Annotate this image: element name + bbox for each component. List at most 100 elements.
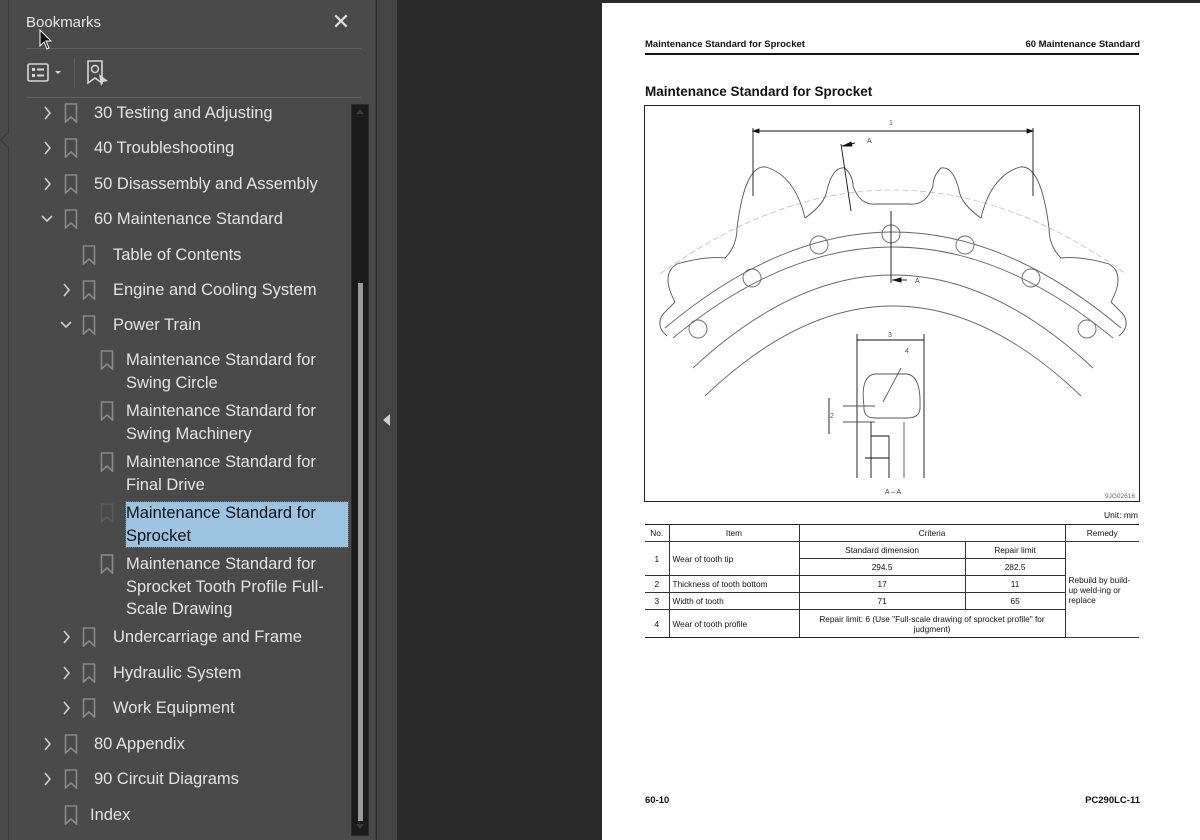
bookmark-tree: 30 Testing and Adjusting 40 Troubleshooti… bbox=[26, 98, 350, 840]
chevron-right-icon[interactable] bbox=[40, 174, 54, 194]
rim-outer-2 bbox=[672, 246, 1114, 339]
maintenance-standard-table: No. Item Criteria Remedy 1 Wear of tooth… bbox=[645, 524, 1139, 638]
find-current-bookmark-icon bbox=[87, 60, 108, 86]
page-number: 60-10 bbox=[645, 795, 670, 806]
options-menu-button[interactable] bbox=[26, 60, 68, 86]
bookmark-label: Maintenance Standard for Final Drive bbox=[126, 453, 316, 494]
bookmark-icon bbox=[64, 138, 78, 159]
bookmark-icon bbox=[82, 663, 96, 684]
cell-standard: 294.5 bbox=[799, 558, 966, 576]
chevron-right-icon[interactable] bbox=[59, 663, 73, 683]
section-a-a-view bbox=[828, 334, 925, 478]
chevron-right-icon[interactable] bbox=[40, 734, 54, 754]
panel-splitter[interactable] bbox=[377, 0, 397, 840]
toolbar-separator bbox=[74, 58, 75, 88]
bookmark-icon bbox=[64, 769, 78, 790]
pdf-page: Maintenance Standard for Sprocket 60 Mai… bbox=[602, 3, 1200, 840]
cell-item: Wear of tooth profile bbox=[668, 609, 800, 638]
running-header-left: Maintenance Standard for Sprocket bbox=[645, 39, 805, 50]
panel-title: Bookmarks bbox=[26, 14, 102, 31]
divider bbox=[26, 48, 361, 49]
hub-arc bbox=[692, 274, 1094, 369]
header-remedy: Remedy bbox=[1064, 524, 1139, 542]
dim-label-4: 4 bbox=[905, 348, 909, 355]
bookmark-label: Work Equipment bbox=[113, 699, 235, 717]
bookmark-icon bbox=[100, 350, 114, 371]
chevron-right-icon[interactable] bbox=[40, 103, 54, 123]
cell-standard: 71 bbox=[798, 592, 966, 610]
header-criteria: Criteria bbox=[798, 524, 1066, 542]
bookmarks-scrollbar[interactable] bbox=[351, 104, 369, 836]
bookmark-label: Maintenance Standard for Sprocket bbox=[125, 501, 349, 548]
bookmark-label: 90 Circuit Diagrams bbox=[94, 770, 239, 788]
close-icon[interactable]: ✕ bbox=[331, 12, 351, 34]
collapse-panel-icon[interactable] bbox=[383, 414, 390, 426]
bookmark-label: Engine and Cooling System bbox=[113, 281, 317, 299]
subheader-repair: Repair limit bbox=[964, 541, 1066, 559]
bookmark-label: 60 Maintenance Standard bbox=[94, 210, 283, 228]
header-rule bbox=[645, 53, 1139, 55]
bookmark-icon bbox=[82, 698, 96, 719]
cell-no: 2 bbox=[645, 575, 670, 593]
bolt-holes bbox=[688, 224, 1097, 339]
dim-label-1: 1 bbox=[889, 120, 893, 127]
page-title: Maintenance Standard for Sprocket bbox=[645, 84, 873, 99]
section-mark-top: A bbox=[867, 138, 872, 145]
bookmark-icon bbox=[100, 503, 114, 524]
find-current-bookmark-button[interactable] bbox=[84, 58, 112, 88]
bookmark-label: Hydraulic System bbox=[113, 664, 242, 682]
bookmarks-toolbar bbox=[26, 56, 361, 90]
pdf-viewer: Bookmarks ✕ 30 Testing and Adjusting 40 … bbox=[0, 0, 1200, 840]
cell-repair: 282.5 bbox=[964, 558, 1065, 576]
chevron-right-icon[interactable] bbox=[59, 280, 73, 300]
bookmark-icon bbox=[100, 401, 114, 422]
cell-no: 1 bbox=[645, 541, 670, 576]
scroll-up-icon[interactable] bbox=[356, 109, 364, 114]
table-row: 3 Width of tooth 71 65 bbox=[645, 592, 1139, 610]
header-no: No. bbox=[645, 524, 670, 542]
chevron-down-icon[interactable] bbox=[40, 209, 54, 229]
bookmark-label: 30 Testing and Adjusting bbox=[94, 104, 273, 122]
scrollbar-thumb[interactable] bbox=[358, 283, 363, 821]
scroll-down-icon[interactable] bbox=[356, 824, 364, 829]
bookmark-icon bbox=[64, 805, 78, 826]
panel-edge bbox=[8, 0, 9, 840]
running-header-right: 60 Maintenance Standard bbox=[1025, 39, 1140, 50]
sprocket-diagram: 1 A A 3 4 2 A – A 9JG02616 bbox=[659, 120, 1135, 500]
bookmark-icon bbox=[82, 315, 96, 336]
bookmarks-header: Bookmarks ✕ bbox=[26, 12, 361, 40]
chevron-right-icon[interactable] bbox=[40, 138, 54, 158]
dimension-1 bbox=[751, 128, 1035, 196]
chevron-down-icon[interactable] bbox=[59, 315, 73, 335]
sprocket-teeth bbox=[659, 166, 1127, 337]
bookmark-icon bbox=[64, 174, 78, 195]
cell-remedy: Rebuild by build-up weld-ing or replace bbox=[1064, 541, 1139, 638]
table-header-row: No. Item Criteria Remedy bbox=[645, 524, 1139, 542]
chevron-down-icon bbox=[55, 71, 61, 74]
dim-label-2: 2 bbox=[830, 413, 834, 420]
section-line-a bbox=[840, 141, 907, 283]
cell-repair: 11 bbox=[964, 575, 1065, 593]
section-mark-bottom: A bbox=[915, 278, 920, 285]
bookmark-icon bbox=[100, 554, 114, 575]
bookmark-label: Undercarriage and Frame bbox=[113, 628, 302, 646]
bookmark-icon bbox=[64, 734, 78, 755]
bookmark-label: 50 Disassembly and Assembly bbox=[94, 175, 318, 193]
dim-label-3: 3 bbox=[888, 332, 892, 339]
bookmarks-panel: Bookmarks ✕ 30 Testing and Adjusting 40 … bbox=[0, 0, 376, 840]
table-row: 1 Wear of tooth tip Standard dimension R… bbox=[645, 541, 1139, 638]
document-view: Maintenance Standard for Sprocket 60 Mai… bbox=[397, 0, 1200, 840]
cell-standard: 17 bbox=[798, 575, 966, 593]
chevron-right-icon[interactable] bbox=[59, 627, 73, 647]
bookmark-icon bbox=[64, 209, 78, 230]
bookmark-icon bbox=[82, 245, 96, 266]
bookmark-icon bbox=[100, 452, 114, 473]
cell-item: Thickness of tooth bottom bbox=[668, 575, 800, 593]
cell-no: 3 bbox=[645, 592, 670, 610]
chevron-right-icon[interactable] bbox=[59, 698, 73, 718]
table-row: 4 Wear of tooth profile Repair limit: 6 … bbox=[645, 609, 1139, 638]
bookmark-icon bbox=[82, 627, 96, 648]
cell-repair: 65 bbox=[964, 592, 1065, 610]
chevron-right-icon[interactable] bbox=[40, 769, 54, 789]
cell-no: 4 bbox=[645, 609, 670, 638]
